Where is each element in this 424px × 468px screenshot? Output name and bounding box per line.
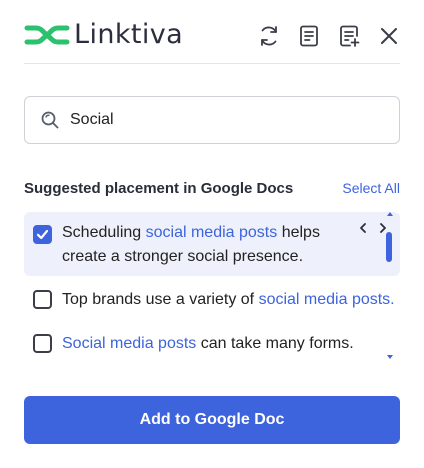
suggestion-checkbox[interactable] (33, 225, 52, 244)
refresh-icon[interactable] (256, 23, 282, 49)
document-icon[interactable] (296, 23, 322, 49)
scrollbar-thumb[interactable] (386, 232, 392, 262)
suggestion-item[interactable]: Social media posts can take many forms. (24, 330, 400, 358)
suggestion-highlight[interactable]: Social media posts (62, 335, 196, 352)
list-scrollbar[interactable] (384, 212, 396, 362)
suggestion-text-before: Scheduling (62, 224, 146, 241)
search-box[interactable] (24, 96, 400, 144)
suggestion-highlight[interactable]: social media posts. (259, 291, 395, 308)
suggestion-text-before: Top brands use a variety of (62, 291, 259, 308)
search-icon (41, 111, 59, 129)
header-divider (24, 63, 400, 64)
linktiva-logo: Linktiva (24, 20, 183, 50)
scroll-down-arrow-icon[interactable] (387, 355, 393, 359)
suggestion-highlight[interactable]: social media posts (146, 224, 278, 241)
header: Linktiva (24, 18, 400, 54)
suggestion-text: Social media posts can take many forms. (62, 332, 354, 356)
checkmark-icon (36, 229, 49, 240)
suggestion-item[interactable]: Top brands use a variety of social media… (24, 286, 400, 314)
suggestion-text: Top brands use a variety of social media… (62, 288, 395, 312)
suggestion-text: Scheduling social media posts helps crea… (62, 221, 322, 269)
document-add-icon[interactable] (336, 23, 362, 49)
search-input[interactable] (70, 111, 370, 129)
linktiva-logo-mark-icon (24, 25, 70, 45)
suggestion-checkbox[interactable] (33, 290, 52, 309)
scroll-up-arrow-icon[interactable] (387, 212, 393, 216)
select-all-link[interactable]: Select All (342, 180, 400, 196)
suggestion-checkbox[interactable] (33, 334, 52, 353)
add-to-google-doc-button[interactable]: Add to Google Doc (24, 396, 400, 444)
previous-chevron-icon[interactable] (356, 220, 370, 236)
suggestion-text-after: can take many forms. (196, 335, 354, 352)
logo-text: Linktiva (74, 19, 184, 50)
suggestions-title: Suggested placement in Google Docs (24, 180, 294, 197)
suggestion-item[interactable]: Scheduling social media posts helps crea… (24, 212, 400, 276)
suggestion-list: Scheduling social media posts helps crea… (24, 210, 400, 362)
close-icon[interactable] (376, 23, 402, 49)
